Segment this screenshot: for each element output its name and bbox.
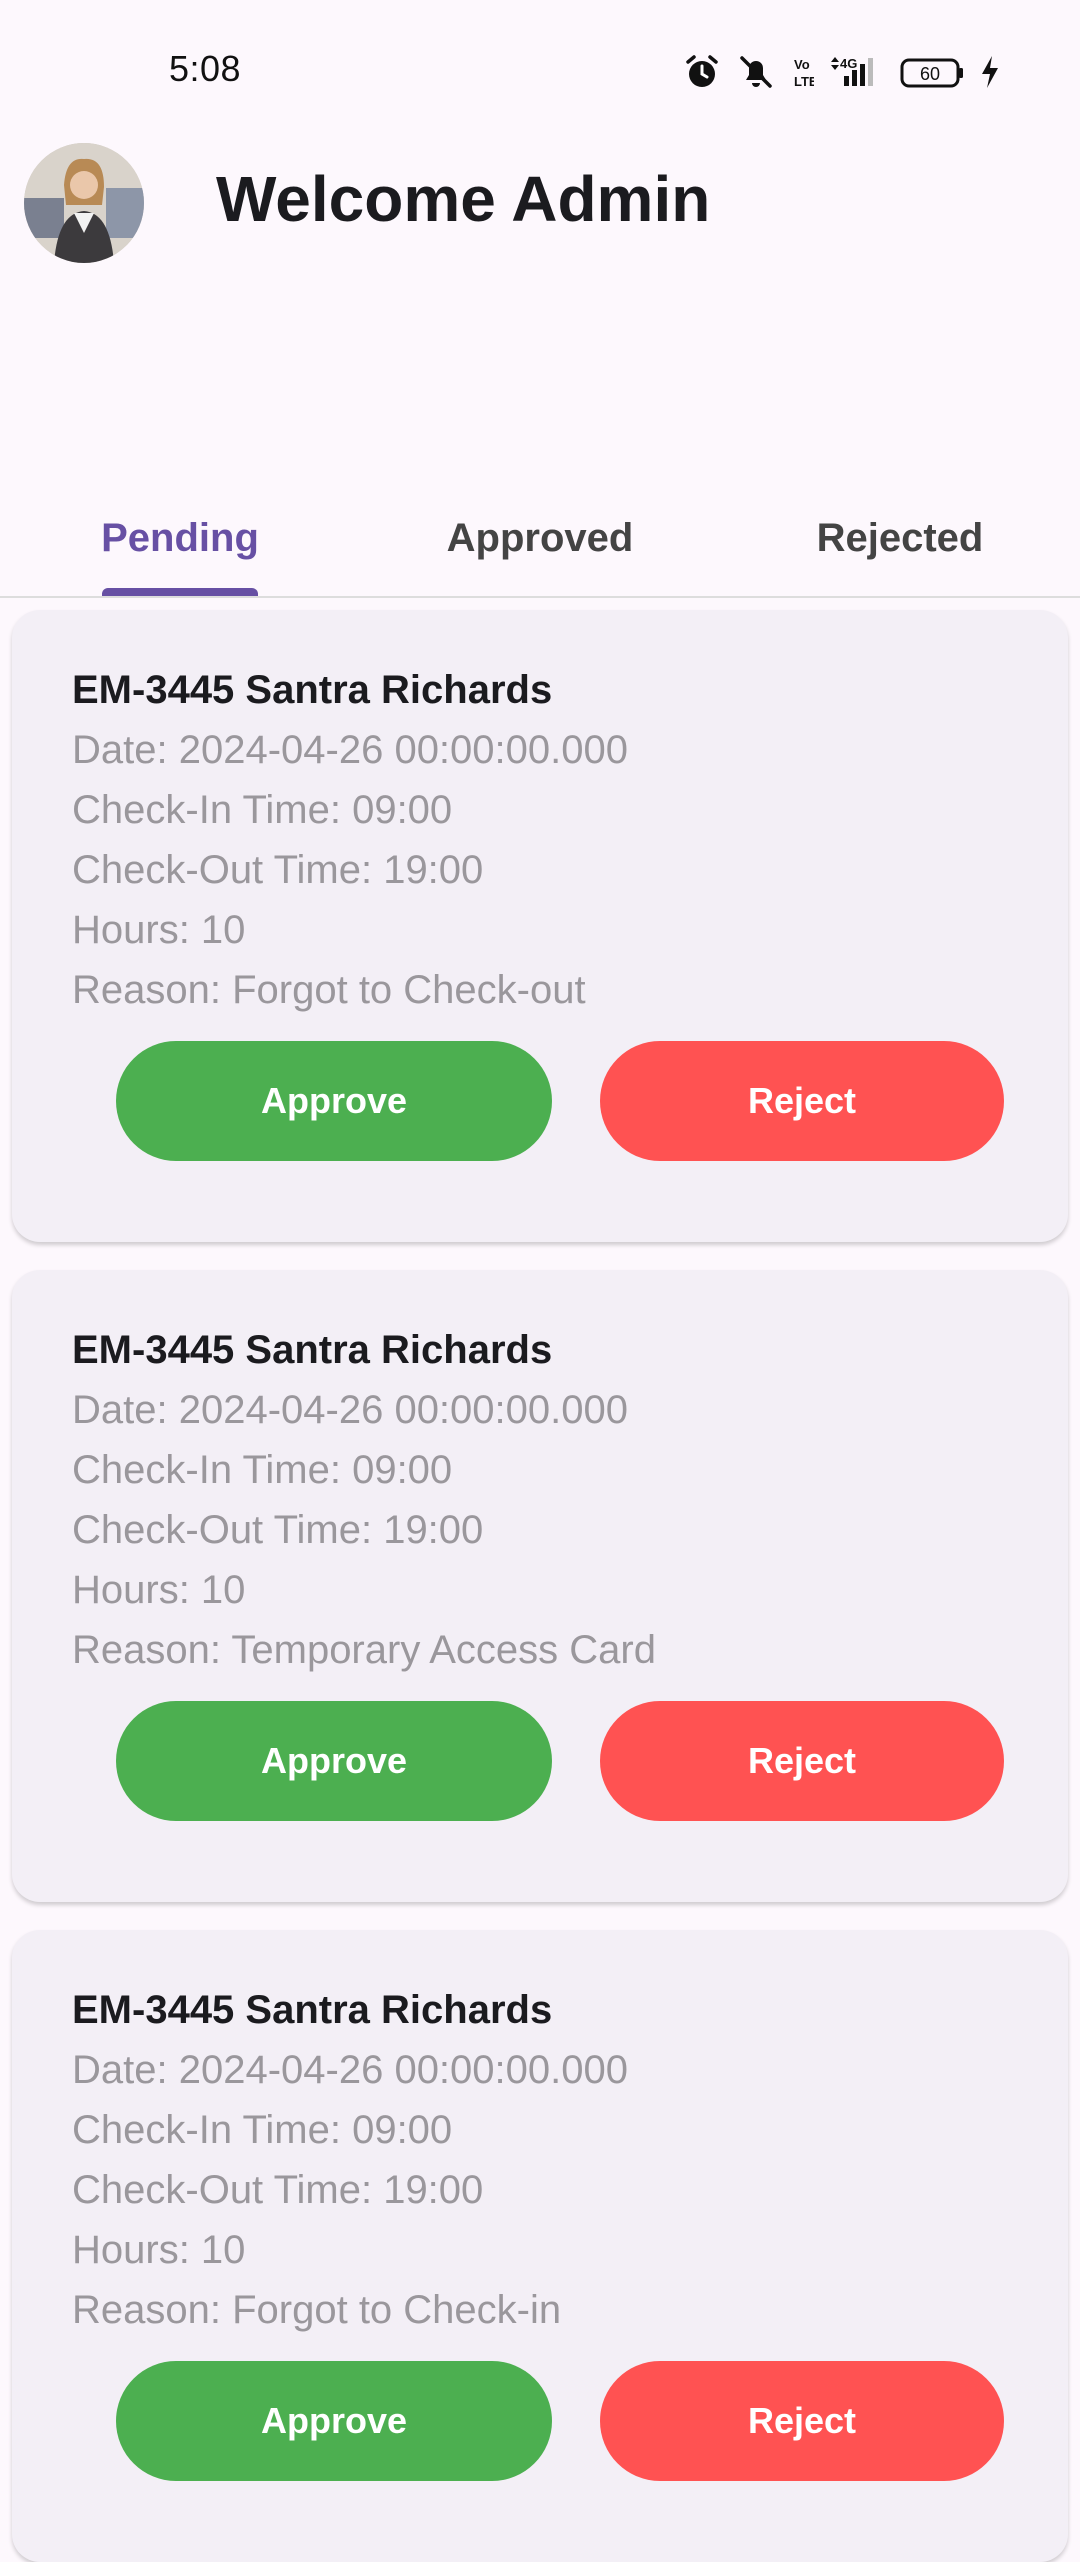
avatar-photo — [24, 143, 144, 263]
approve-button[interactable]: Approve — [116, 1701, 552, 1821]
tab-approved-label: Approved — [446, 515, 634, 560]
status-time: 5:08 — [169, 48, 242, 89]
approve-button[interactable]: Approve — [116, 1041, 552, 1161]
hours: Hours: 10 — [72, 908, 246, 952]
tab-rejected[interactable]: Rejected — [780, 480, 1020, 596]
volte-icon: Vo LTE — [794, 57, 814, 89]
check-out-time: Check-Out Time: 19:00 — [72, 1508, 484, 1552]
check-out-time: Check-Out Time: 19:00 — [72, 848, 484, 892]
vibrate-off-icon — [740, 56, 772, 88]
request-date: Date: 2024-04-26 00:00:00.000 — [72, 1388, 628, 1432]
check-in-time: Check-In Time: 09:00 — [72, 2108, 453, 2152]
hours: Hours: 10 — [72, 1568, 246, 1612]
charging-icon — [982, 56, 998, 88]
alarm-icon — [686, 55, 718, 87]
reason: Reason: Forgot to Check-in — [72, 2288, 562, 2332]
welcome-title: Welcome Admin — [216, 163, 711, 235]
status-tabs: Pending Approved Rejected — [0, 480, 1080, 598]
tab-divider — [0, 596, 1080, 598]
request-card: EM-3445 Santra Richards Date: 2024-04-26… — [12, 1930, 1068, 2562]
svg-text:4G: 4G — [840, 56, 857, 71]
tab-approved[interactable]: Approved — [420, 480, 660, 596]
status-bar: 5:08 Vo LTE 4G 60 — [0, 0, 1080, 140]
request-card: EM-3445 Santra Richards Date: 2024-04-26… — [12, 1270, 1068, 1902]
status-icons: Vo LTE 4G 60 — [684, 52, 1000, 92]
reject-button[interactable]: Reject — [600, 2361, 1004, 2481]
check-in-time: Check-In Time: 09:00 — [72, 1448, 453, 1492]
approve-button[interactable]: Approve — [116, 2361, 552, 2481]
employee-title: EM-3445 Santra Richards — [72, 1328, 553, 1372]
battery-icon: 60 — [900, 58, 963, 88]
header: Welcome Admin — [0, 140, 1080, 270]
tab-indicator — [102, 588, 258, 596]
avatar[interactable] — [24, 143, 144, 263]
request-date: Date: 2024-04-26 00:00:00.000 — [72, 728, 628, 772]
signal-4g-icon: 4G — [831, 56, 873, 86]
tab-rejected-label: Rejected — [816, 515, 984, 560]
reject-button[interactable]: Reject — [600, 1041, 1004, 1161]
svg-text:Vo: Vo — [794, 57, 810, 72]
hours: Hours: 10 — [72, 2228, 246, 2272]
check-out-time: Check-Out Time: 19:00 — [72, 2168, 484, 2212]
check-in-time: Check-In Time: 09:00 — [72, 788, 453, 832]
reason: Reason: Forgot to Check-out — [72, 968, 586, 1012]
reject-button[interactable]: Reject — [600, 1701, 1004, 1821]
employee-title: EM-3445 Santra Richards — [72, 668, 553, 712]
reason: Reason: Temporary Access Card — [72, 1628, 656, 1672]
employee-title: EM-3445 Santra Richards — [72, 1988, 553, 2032]
tab-pending-label: Pending — [101, 515, 259, 560]
tab-pending[interactable]: Pending — [60, 480, 300, 596]
request-card: EM-3445 Santra Richards Date: 2024-04-26… — [12, 610, 1068, 1242]
svg-text:60: 60 — [920, 64, 940, 84]
svg-text:LTE: LTE — [794, 74, 814, 89]
request-date: Date: 2024-04-26 00:00:00.000 — [72, 2048, 628, 2092]
